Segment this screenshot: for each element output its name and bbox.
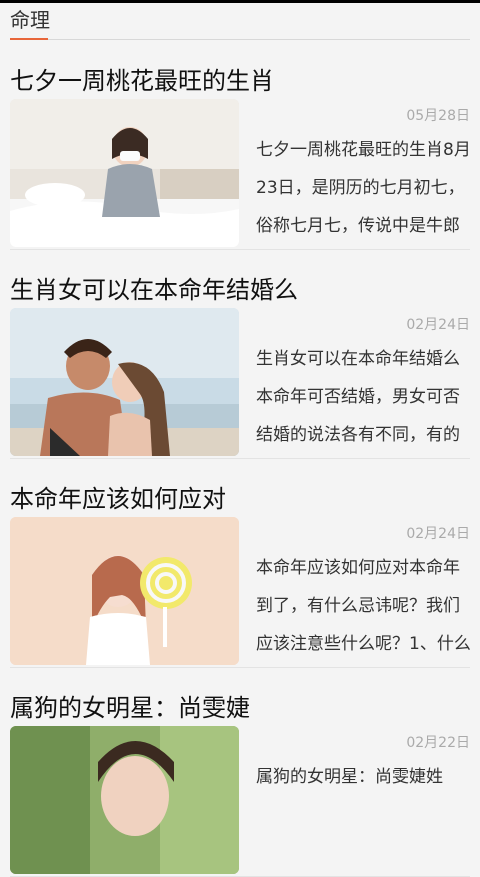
article-date: 02月24日	[406, 317, 470, 333]
article-summary: 属狗的女明星：尚雯婕姓	[256, 767, 443, 787]
tab-indicator	[10, 38, 48, 40]
article-title[interactable]: 本命年应该如何应对	[10, 479, 226, 514]
article-date: 02月22日	[406, 735, 470, 751]
article-thumbnail[interactable]	[10, 99, 239, 247]
article-summary: 七夕一周桃花最旺的生肖8月23日，是阴历的七月初七，俗称七月七，传说中是牛郎	[256, 140, 471, 236]
article-thumbnail[interactable]	[10, 726, 239, 874]
tab-header: 命理	[0, 3, 480, 41]
article-list: 七夕一周桃花最旺的生肖 05月28日 七夕一周桃花最旺的生肖8月23日，是阴历的…	[0, 41, 480, 877]
article-item[interactable]: 属狗的女明星：尚雯婕 02月22日 属狗的女明星：尚雯婕姓	[10, 668, 470, 877]
article-title[interactable]: 属狗的女明星：尚雯婕	[10, 688, 250, 723]
article-summary: 生肖女可以在本命年结婚么本命年可否结婚，男女可否结婚的说法各有不同，有的	[256, 349, 460, 445]
article-thumbnail[interactable]	[10, 308, 239, 456]
tab-divider	[48, 39, 470, 40]
article-title[interactable]: 七夕一周桃花最旺的生肖	[10, 61, 274, 96]
article-summary: 本命年应该如何应对本命年到了，有什么忌讳呢？我们应该注意些什么呢？1、什么	[256, 558, 471, 654]
article-date: 05月28日	[406, 108, 470, 124]
tab-mingli[interactable]: 命理	[10, 6, 50, 34]
article-item[interactable]: 生肖女可以在本命年结婚么 02月24日 生肖女可以在本命年结婚么本命年可否结婚，…	[10, 250, 470, 459]
article-date: 02月24日	[406, 526, 470, 542]
article-item[interactable]: 本命年应该如何应对 02月24日 本命年应该如何应对本命年到了，有什么忌讳呢？我…	[10, 459, 471, 668]
article-thumbnail[interactable]	[10, 517, 239, 665]
article-item[interactable]: 七夕一周桃花最旺的生肖 05月28日 七夕一周桃花最旺的生肖8月23日，是阴历的…	[10, 41, 471, 250]
article-title[interactable]: 生肖女可以在本命年结婚么	[10, 270, 298, 305]
